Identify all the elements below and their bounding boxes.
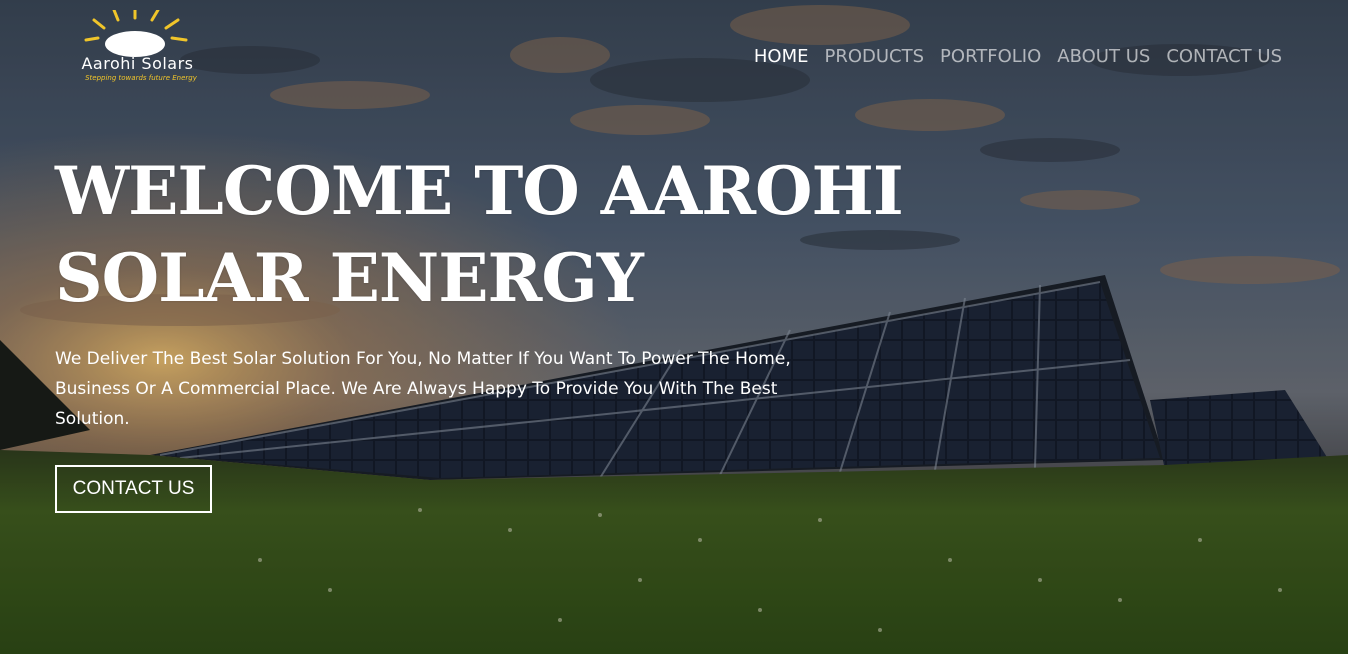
brand-tagline: Stepping towards future Energy <box>85 74 197 82</box>
main-navigation: HOME PRODUCTS PORTFOLIO ABOUT US CONTACT… <box>754 46 1282 67</box>
hero-title: WELCOME TO AAROHI SOLAR ENERGY <box>55 148 904 322</box>
nav-home-link[interactable]: HOME <box>754 46 809 67</box>
background-overlay <box>0 0 1348 654</box>
nav-about-us-link[interactable]: ABOUT US <box>1057 46 1150 67</box>
brand-name: Aarohi Solars <box>81 54 194 73</box>
hero-title-line-1: WELCOME TO AAROHI <box>55 152 904 230</box>
brand-logo[interactable]: Aarohi Solars Stepping towards future En… <box>60 10 215 88</box>
hero-description: We Deliver The Best Solar Solution For Y… <box>55 349 791 429</box>
hero-title-line-2: SOLAR ENERGY <box>55 239 644 317</box>
nav-portfolio-link[interactable]: PORTFOLIO <box>940 46 1041 67</box>
nav-contact-us-link[interactable]: CONTACT US <box>1166 46 1282 67</box>
hero-section: Aarohi Solars Stepping towards future En… <box>0 0 1348 654</box>
contact-us-button[interactable]: CONTACT US <box>55 465 212 513</box>
nav-products-link[interactable]: PRODUCTS <box>824 46 924 67</box>
